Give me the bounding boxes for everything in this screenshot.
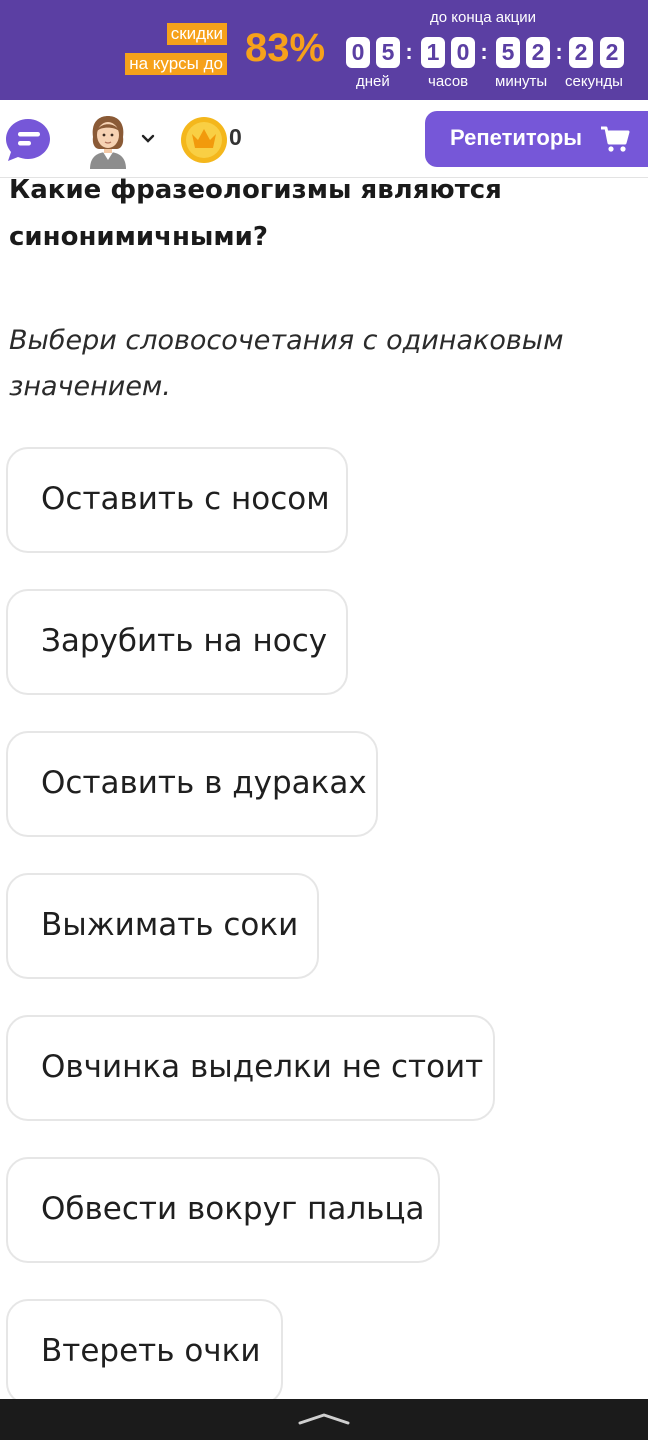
tutors-button[interactable]: Репетиторы <box>425 111 648 167</box>
countdown-digit-days-2: 5 <box>376 37 400 68</box>
page: скидки на курсы до 83% до конца акции 0 … <box>0 0 648 1440</box>
promo-label-discount: скидки <box>166 23 227 45</box>
answer-option-label: Выжимать соки <box>41 907 299 943</box>
countdown-colon: : <box>555 39 563 64</box>
countdown-digit-hours-1: 1 <box>421 37 445 68</box>
countdown-colon: : <box>480 39 488 64</box>
answer-option[interactable]: Втереть очки <box>6 1299 283 1405</box>
chat-menu-icon[interactable] <box>4 117 52 163</box>
answer-option-label: Втереть очки <box>41 1333 261 1369</box>
promo-label-courses: на курсы до <box>125 53 227 75</box>
countdown-digit-hours-2: 0 <box>451 37 475 68</box>
answer-option[interactable]: Зарубить на носу <box>6 589 348 695</box>
countdown-digit-seconds-2: 2 <box>600 37 624 68</box>
countdown-unit-minutes: минуты <box>495 73 548 90</box>
promo-banner[interactable]: скидки на курсы до 83% до конца акции 0 … <box>0 0 648 100</box>
question-instruction: Выбери словосочетания с одинаковым значе… <box>9 325 564 402</box>
countdown-unit-seconds: секунды <box>565 73 623 90</box>
cart-icon <box>601 126 630 152</box>
tutors-button-label: Репетиторы <box>450 125 583 150</box>
answer-option-label: Овчинка выделки не стоит <box>41 1049 484 1085</box>
answer-option-label: Оставить с носом <box>41 481 330 517</box>
user-avatar-icon[interactable] <box>86 113 130 169</box>
answer-option-label: Оставить в дураках <box>41 765 367 801</box>
crown-coin-icon[interactable] <box>180 116 228 164</box>
countdown-digit-days-1: 0 <box>346 37 370 68</box>
question-title: Какие фразеологизмы являются синонимичны… <box>9 175 502 252</box>
countdown-digit-seconds-1: 2 <box>569 37 593 68</box>
countdown-unit-hours: часов <box>428 73 469 90</box>
countdown-colon: : <box>405 39 413 64</box>
system-nav-bar <box>0 1399 648 1440</box>
answer-option[interactable]: Обвести вокруг пальца <box>6 1157 440 1263</box>
promo-percent: 83% <box>245 26 326 70</box>
chevron-down-icon[interactable] <box>140 132 156 146</box>
answer-option[interactable]: Выжимать соки <box>6 873 319 979</box>
chevron-up-icon[interactable] <box>296 1411 352 1427</box>
answer-option[interactable]: Оставить с носом <box>6 447 348 553</box>
countdown-digit-minutes-1: 5 <box>496 37 520 68</box>
answer-option-label: Зарубить на носу <box>41 623 328 659</box>
answer-option-label: Обвести вокруг пальца <box>41 1191 425 1227</box>
answer-option[interactable]: Овчинка выделки не стоит <box>6 1015 495 1121</box>
countdown-digit-minutes-2: 2 <box>526 37 550 68</box>
coin-count: 0 <box>229 124 242 150</box>
answer-option[interactable]: Оставить в дураках <box>6 731 378 837</box>
countdown-title: до конца акции <box>430 9 536 26</box>
countdown-unit-days: дней <box>356 73 390 90</box>
